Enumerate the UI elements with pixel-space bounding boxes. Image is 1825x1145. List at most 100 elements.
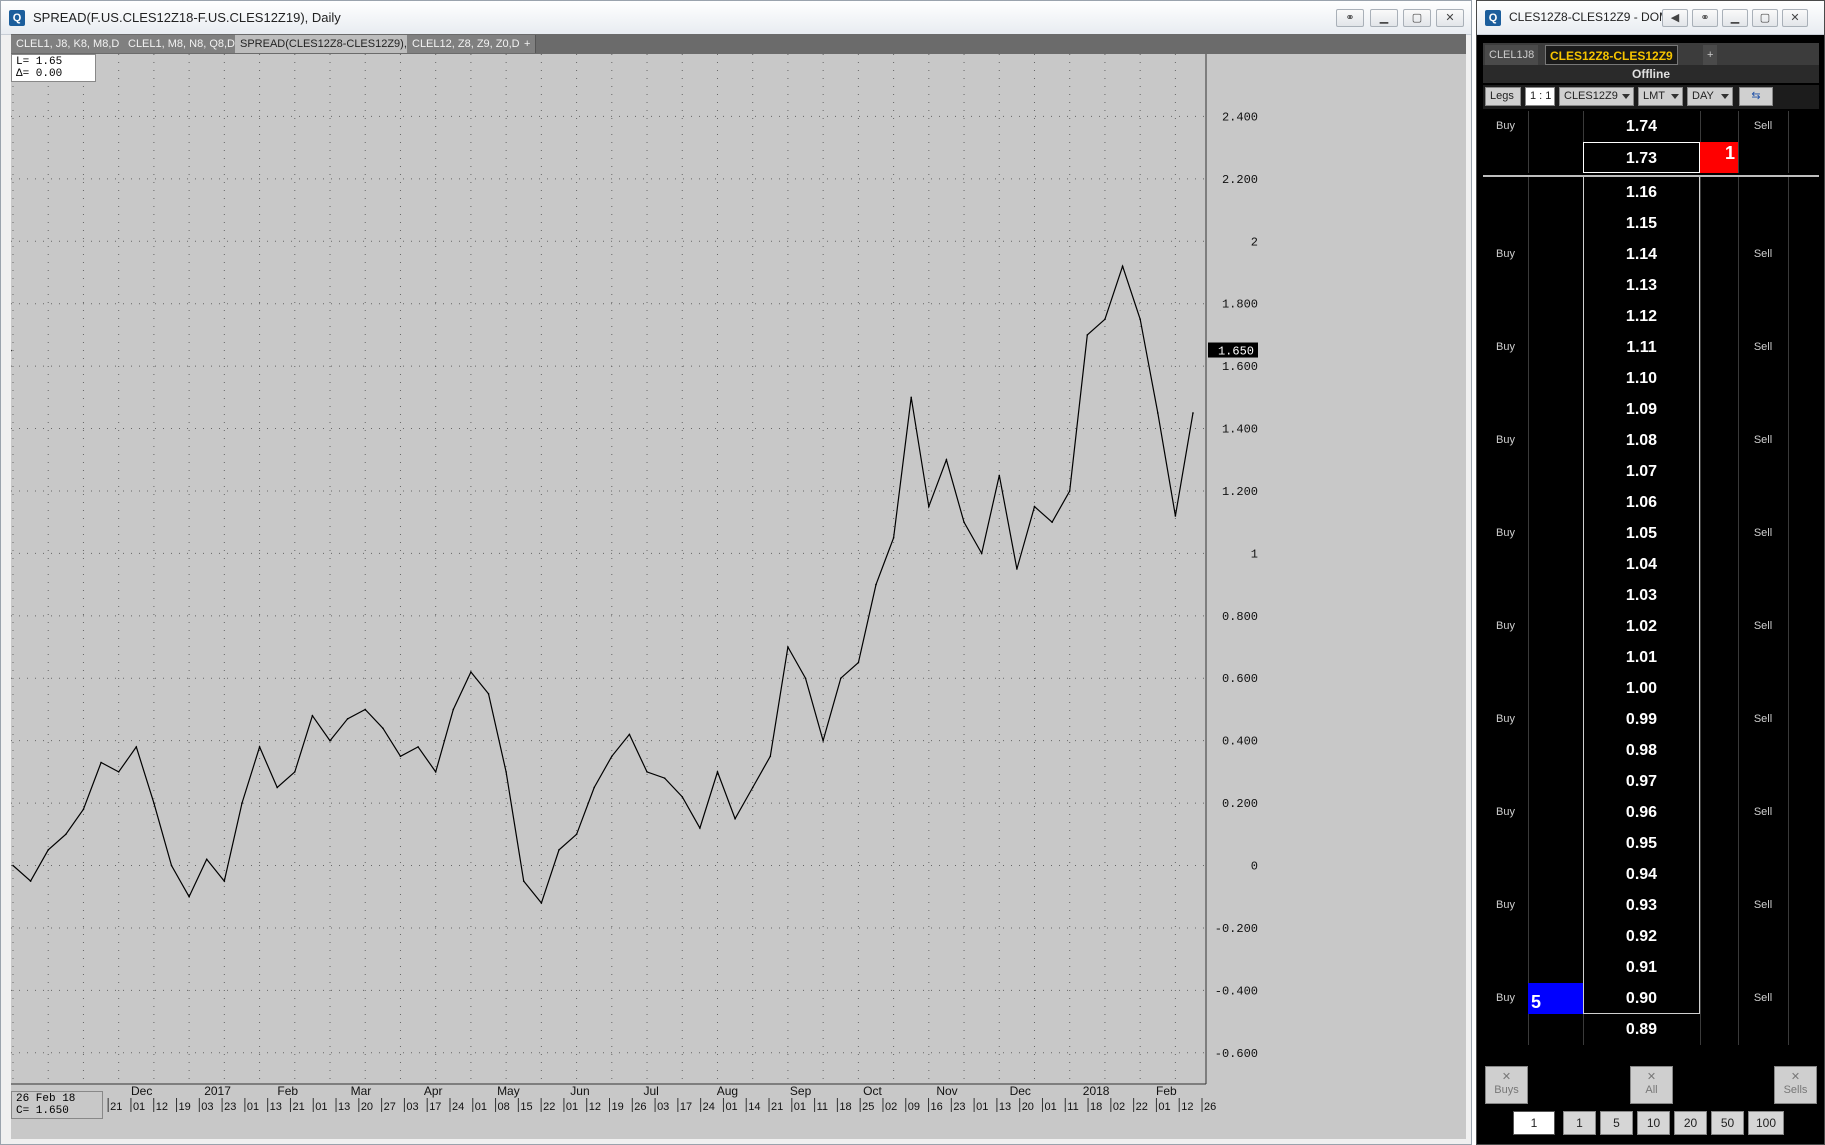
qty-button-20[interactable]: 20 xyxy=(1674,1111,1707,1135)
price-cell[interactable]: 0.97 xyxy=(1583,766,1700,797)
ask-quantity-cell[interactable] xyxy=(1700,673,1738,704)
bid-quantity-cell[interactable] xyxy=(1528,363,1583,394)
ask-quantity-cell[interactable] xyxy=(1700,332,1738,363)
bid-quantity-cell[interactable] xyxy=(1528,735,1583,766)
bid-quantity-cell[interactable] xyxy=(1528,456,1583,487)
price-cell[interactable]: 1.08 xyxy=(1583,425,1700,456)
bid-quantity-cell[interactable] xyxy=(1528,580,1583,611)
buy-cell[interactable] xyxy=(1483,828,1528,859)
center-ladder-icon[interactable]: ⇆ xyxy=(1739,87,1773,106)
bid-quantity-cell[interactable] xyxy=(1528,487,1583,518)
bid-quantity-cell[interactable] xyxy=(1528,208,1583,239)
price-cell[interactable]: 1.15 xyxy=(1583,208,1700,239)
legs-button[interactable]: Legs xyxy=(1485,87,1521,106)
ask-quantity-cell[interactable] xyxy=(1700,580,1738,611)
bid-quantity-cell[interactable] xyxy=(1528,890,1583,921)
ask-quantity-cell[interactable] xyxy=(1700,363,1738,394)
buy-cell[interactable] xyxy=(1483,208,1528,239)
sell-cell[interactable] xyxy=(1738,1014,1788,1045)
order-type-select[interactable]: LMT xyxy=(1638,87,1683,106)
buy-cell[interactable] xyxy=(1483,859,1528,890)
sell-cell[interactable] xyxy=(1738,363,1788,394)
buy-cell[interactable]: Buy xyxy=(1483,518,1528,549)
close-button[interactable]: ✕ xyxy=(1436,9,1464,27)
sell-cell[interactable]: Sell xyxy=(1738,797,1788,828)
bid-quantity-cell[interactable] xyxy=(1528,642,1583,673)
link-icon[interactable]: ⚭ xyxy=(1336,9,1364,27)
ask-quantity-cell[interactable] xyxy=(1700,425,1738,456)
ask-quantity-cell[interactable] xyxy=(1700,952,1738,983)
buy-cell[interactable] xyxy=(1483,735,1528,766)
buy-cell[interactable] xyxy=(1483,394,1528,425)
sell-cell[interactable] xyxy=(1738,208,1788,239)
duration-select[interactable]: DAY xyxy=(1687,87,1733,106)
ask-quantity-cell[interactable] xyxy=(1700,611,1738,642)
ask-quantity-cell[interactable] xyxy=(1700,111,1738,142)
sell-cell[interactable] xyxy=(1738,921,1788,952)
bid-quantity-cell[interactable] xyxy=(1528,952,1583,983)
price-cell[interactable]: 1.14 xyxy=(1583,239,1700,270)
chart-tab-2[interactable]: CLEL1, M8, N8, Q8,D xyxy=(123,35,241,53)
ask-quantity-cell[interactable] xyxy=(1700,921,1738,952)
ask-quantity-cell[interactable] xyxy=(1700,239,1738,270)
bid-quantity-cell[interactable] xyxy=(1528,921,1583,952)
price-cell[interactable]: 1.03 xyxy=(1583,580,1700,611)
qty-button-5[interactable]: 5 xyxy=(1600,1111,1633,1135)
price-cell[interactable]: 1.00 xyxy=(1583,673,1700,704)
add-tab-button[interactable]: + xyxy=(519,35,537,53)
price-cell[interactable]: 1.05 xyxy=(1583,518,1700,549)
ask-quantity-cell[interactable] xyxy=(1700,487,1738,518)
bid-quantity-cell[interactable] xyxy=(1528,704,1583,735)
price-cell[interactable]: 1.07 xyxy=(1583,456,1700,487)
sell-cell[interactable] xyxy=(1738,673,1788,704)
buy-cell[interactable]: Buy xyxy=(1483,890,1528,921)
bid-quantity-cell[interactable] xyxy=(1528,859,1583,890)
buy-cell[interactable] xyxy=(1483,456,1528,487)
buy-cell[interactable] xyxy=(1483,270,1528,301)
sell-cell[interactable]: Sell xyxy=(1738,611,1788,642)
quantity-input[interactable]: 1 xyxy=(1513,1111,1555,1135)
qty-button-50[interactable]: 50 xyxy=(1711,1111,1744,1135)
sell-cell[interactable] xyxy=(1738,549,1788,580)
sell-cell[interactable]: Sell xyxy=(1738,111,1788,142)
bid-quantity-cell[interactable] xyxy=(1528,142,1583,173)
bid-quantity-cell[interactable] xyxy=(1528,828,1583,859)
ask-quantity-cell[interactable] xyxy=(1700,735,1738,766)
ratio-field[interactable]: 1 : 1 xyxy=(1525,87,1555,106)
buy-cell[interactable] xyxy=(1483,1014,1528,1045)
bid-quantity-cell[interactable] xyxy=(1528,270,1583,301)
cancel-buys-button[interactable]: ✕ Buys xyxy=(1485,1066,1528,1104)
ask-quantity-cell[interactable]: 1 xyxy=(1700,142,1738,173)
price-cell[interactable]: 1.04 xyxy=(1583,549,1700,580)
buy-cell[interactable] xyxy=(1483,301,1528,332)
sell-cell[interactable] xyxy=(1738,142,1788,173)
bid-quantity-cell[interactable] xyxy=(1528,425,1583,456)
sell-cell[interactable]: Sell xyxy=(1738,983,1788,1014)
ask-quantity-cell[interactable] xyxy=(1700,704,1738,735)
contract-select[interactable]: CLES12Z9 xyxy=(1559,87,1634,106)
buy-cell[interactable] xyxy=(1483,921,1528,952)
sell-cell[interactable] xyxy=(1738,859,1788,890)
sell-cell[interactable] xyxy=(1738,735,1788,766)
ask-quantity-cell[interactable] xyxy=(1700,890,1738,921)
buy-cell[interactable] xyxy=(1483,952,1528,983)
chart-tab-3[interactable]: SPREAD(CLES12Z8-CLES12Z9),D xyxy=(235,35,421,53)
buy-cell[interactable]: Buy xyxy=(1483,983,1528,1014)
dom-tab-1[interactable]: CLEL1J8 xyxy=(1485,45,1539,65)
buy-cell[interactable] xyxy=(1483,142,1528,173)
bid-quantity-cell[interactable] xyxy=(1528,1014,1583,1045)
sell-cell[interactable] xyxy=(1738,177,1788,208)
ask-quantity-cell[interactable] xyxy=(1700,859,1738,890)
price-cell[interactable]: 1.11 xyxy=(1583,332,1700,363)
price-cell[interactable]: 0.94 xyxy=(1583,859,1700,890)
price-cell[interactable]: 0.93 xyxy=(1583,890,1700,921)
sell-cell[interactable] xyxy=(1738,828,1788,859)
sell-cell[interactable] xyxy=(1738,642,1788,673)
bid-quantity-cell[interactable] xyxy=(1528,177,1583,208)
ask-quantity-cell[interactable] xyxy=(1700,828,1738,859)
ask-quantity-cell[interactable] xyxy=(1700,642,1738,673)
link-icon[interactable]: ⚭ xyxy=(1692,9,1718,27)
buy-cell[interactable] xyxy=(1483,549,1528,580)
ask-quantity-cell[interactable] xyxy=(1700,208,1738,239)
ask-quantity-cell[interactable] xyxy=(1700,301,1738,332)
